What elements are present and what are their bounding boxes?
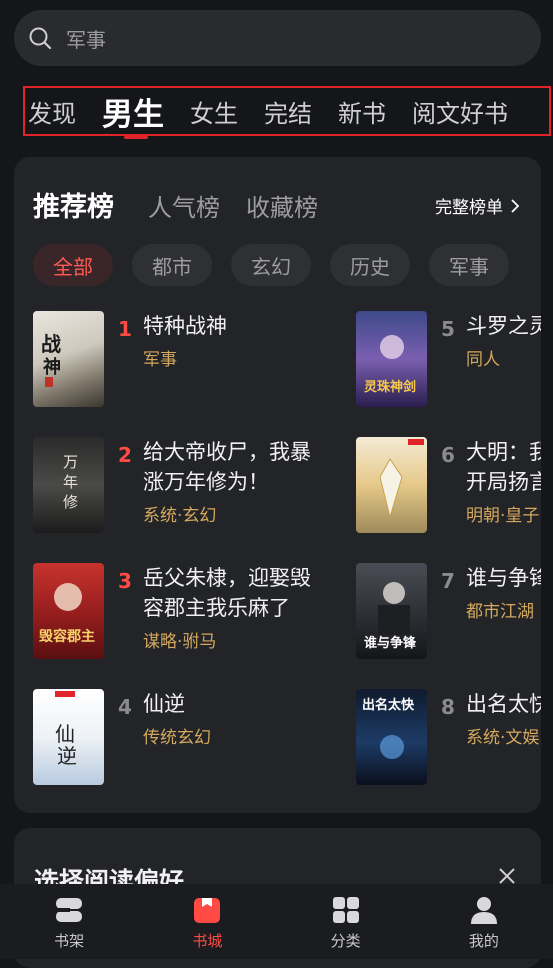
- tab-collect-rank[interactable]: 收藏榜: [246, 188, 318, 223]
- book-title: 大明：我: [466, 440, 541, 464]
- book-title: 谁与争锋: [466, 566, 541, 590]
- full-list-label: 完整榜单: [435, 198, 503, 218]
- book-item[interactable]: 仙逆 4 仙逆 传统玄幻: [33, 689, 333, 785]
- book-cover: [356, 437, 427, 533]
- nav-category[interactable]: 分类: [277, 884, 415, 959]
- chip-military[interactable]: 军事: [429, 244, 509, 286]
- book-item[interactable]: 万年修 2 给大帝收尸，我暴 涨万年修为！ 系统·玄幻: [33, 437, 343, 533]
- rank-number: 5: [441, 317, 455, 341]
- book-cover: 战神: [33, 311, 104, 407]
- nav-label: 分类: [330, 932, 361, 950]
- search-bar[interactable]: 军事: [14, 10, 541, 66]
- book-item[interactable]: 出名太快 8 出名太快 系统·文娱: [356, 689, 541, 785]
- chip-all[interactable]: 全部: [33, 244, 113, 286]
- chip-urban[interactable]: 都市: [132, 244, 212, 286]
- book-title: 斗罗之灵: [466, 314, 541, 338]
- book-tag: 同人: [466, 350, 500, 370]
- book-tag: 谋略·驸马: [143, 632, 217, 652]
- full-list-link[interactable]: 完整榜单: [435, 193, 521, 218]
- svg-text:毁容郡主: 毁容郡主: [39, 628, 95, 645]
- book-title: 特种战神: [143, 314, 227, 338]
- genre-chips: 全部 都市 玄幻 历史 军事: [33, 244, 528, 286]
- channel-tabs: 发现 男生 女生 完结 新书 阅文好书: [23, 86, 551, 136]
- tab-male[interactable]: 男生: [102, 89, 164, 134]
- book-title: 仙逆: [143, 692, 185, 716]
- profile-icon: [470, 897, 497, 924]
- svg-text:战: 战: [41, 332, 61, 356]
- rank-number: 1: [118, 317, 132, 341]
- rank-number: 6: [441, 443, 455, 467]
- chevron-right-icon: [511, 198, 520, 213]
- rank-number: 7: [441, 569, 455, 593]
- book-tag: 传统玄幻: [143, 728, 211, 748]
- tab-good-books[interactable]: 阅文好书: [412, 94, 508, 129]
- book-cover: 万年修: [33, 437, 104, 533]
- book-tag: 系统·玄幻: [143, 506, 217, 526]
- book-title-line2: 开局扬言: [466, 470, 541, 494]
- chip-fantasy[interactable]: 玄幻: [231, 244, 311, 286]
- book-item[interactable]: 战神 1 特种战神 军事: [33, 311, 333, 407]
- tab-completed[interactable]: 完结: [264, 94, 312, 129]
- book-item[interactable]: 灵珠神剑 5 斗罗之灵 同人: [356, 311, 541, 407]
- book-title: 岳父朱棣，迎娶毁: [143, 566, 311, 590]
- svg-text:年: 年: [63, 473, 78, 491]
- bookshelf-icon: [56, 898, 83, 922]
- svg-text:灵珠神剑: 灵珠神剑: [364, 379, 416, 395]
- book-cover: 仙逆: [33, 689, 104, 785]
- svg-text:修: 修: [63, 493, 78, 511]
- bottom-nav: 书架 书城 分类 我的: [0, 884, 553, 959]
- book-item[interactable]: 6 大明：我 开局扬言 明朝·皇子: [356, 437, 541, 533]
- tab-new-books[interactable]: 新书: [338, 94, 386, 129]
- ranking-tabs: 推荐榜 人气榜 收藏榜: [33, 185, 344, 224]
- nav-label: 书架: [54, 932, 85, 950]
- book-item[interactable]: 毁容郡主 3 岳父朱棣，迎娶毁 容郡主我乐麻了 谋略·驸马: [33, 563, 343, 659]
- book-tag: 都市江湖: [466, 602, 534, 622]
- rank-number: 3: [118, 569, 132, 593]
- bookstore-icon: [194, 898, 221, 923]
- nav-bookshelf[interactable]: 书架: [0, 884, 138, 959]
- tab-discover[interactable]: 发现: [28, 94, 76, 129]
- book-tag: 明朝·皇子: [466, 506, 540, 526]
- rank-number: 2: [118, 443, 132, 467]
- nav-profile[interactable]: 我的: [415, 884, 553, 959]
- active-tab-indicator: [124, 136, 148, 139]
- book-cover: 灵珠神剑: [356, 311, 427, 407]
- ranking-card: 推荐榜 人气榜 收藏榜 完整榜单 全部 都市 玄幻 历史 军事 战神 1 特种战…: [14, 157, 541, 813]
- tab-popular-rank[interactable]: 人气榜: [148, 188, 220, 223]
- tab-female[interactable]: 女生: [190, 94, 238, 129]
- search-icon: [29, 27, 52, 50]
- nav-bookstore[interactable]: 书城: [138, 884, 276, 959]
- category-grid-icon: [332, 897, 359, 923]
- svg-text:仙: 仙: [55, 722, 75, 746]
- svg-text:万: 万: [63, 453, 78, 471]
- svg-text:谁与争锋: 谁与争锋: [364, 635, 417, 651]
- book-title-line2: 涨万年修为！: [143, 470, 269, 494]
- nav-label: 书城: [192, 932, 223, 950]
- book-title-line2: 容郡主我乐麻了: [143, 596, 290, 620]
- search-placeholder: 军事: [66, 27, 106, 52]
- book-cover: 出名太快: [356, 689, 427, 785]
- rank-number: 4: [118, 695, 132, 719]
- svg-text:逆: 逆: [57, 744, 77, 768]
- book-tag: 系统·文娱: [466, 728, 540, 748]
- chip-history[interactable]: 历史: [330, 244, 410, 286]
- rank-number: 8: [441, 695, 455, 719]
- book-title: 给大帝收尸，我暴: [143, 440, 311, 464]
- book-tag: 军事: [143, 350, 177, 370]
- close-icon[interactable]: [497, 866, 517, 886]
- book-item[interactable]: 谁与争锋 7 谁与争锋 都市江湖: [356, 563, 541, 659]
- svg-text:出名太快: 出名太快: [362, 697, 415, 713]
- book-title: 出名太快: [466, 692, 541, 716]
- svg-text:神: 神: [43, 356, 61, 378]
- tab-recommended-rank[interactable]: 推荐榜: [33, 185, 114, 224]
- nav-label: 我的: [468, 932, 499, 950]
- book-cover: 谁与争锋: [356, 563, 427, 659]
- book-cover: 毁容郡主: [33, 563, 104, 659]
